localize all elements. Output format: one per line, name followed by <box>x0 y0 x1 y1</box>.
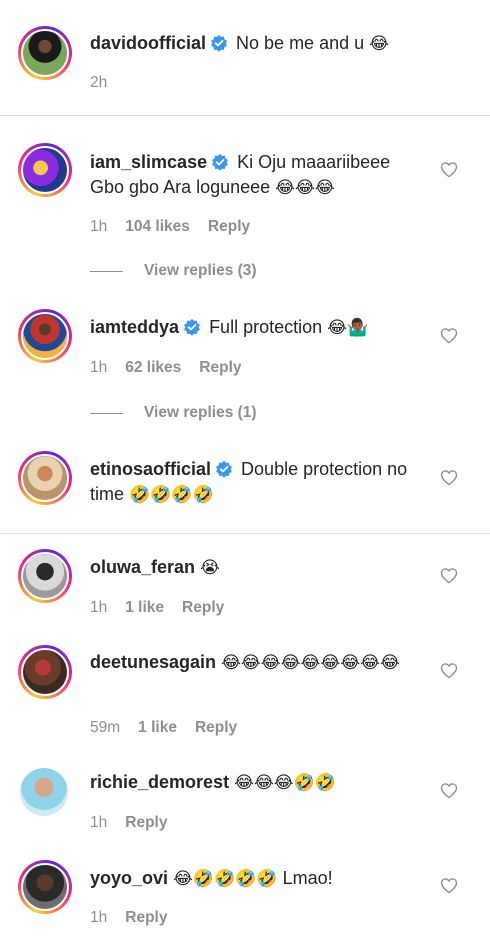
verified-badge-icon <box>212 153 229 171</box>
timestamp: 1h <box>90 218 108 235</box>
divider <box>0 533 490 534</box>
heart-outline-icon[interactable] <box>440 567 458 584</box>
reply-button[interactable]: Reply <box>195 719 237 737</box>
comment-emoji: 😂🤷🏾‍♂️ <box>327 318 369 338</box>
avatar[interactable] <box>18 143 72 197</box>
likes-count[interactable]: 1 like <box>138 719 177 737</box>
verified-badge-icon <box>184 318 200 336</box>
likes-count[interactable]: 104 likes <box>125 218 190 236</box>
reply-button[interactable]: Reply <box>182 599 224 617</box>
reply-button[interactable]: Reply <box>199 359 241 377</box>
username[interactable]: oluwa_feran <box>90 557 195 577</box>
heart-outline-icon[interactable] <box>440 877 458 894</box>
username[interactable]: davidoofficial <box>90 33 206 53</box>
avatar[interactable] <box>18 645 72 699</box>
likes-count[interactable]: 1 like <box>125 599 164 617</box>
divider-line <box>90 412 123 414</box>
timestamp: 59m <box>90 719 121 736</box>
verified-badge-icon <box>216 460 232 478</box>
comment-emoji: 😂 <box>369 34 390 54</box>
comment-text: Full protection <box>209 317 323 337</box>
heart-outline-icon[interactable] <box>440 327 458 344</box>
comment-emoji: 😭 <box>200 558 220 578</box>
avatar[interactable] <box>18 860 72 914</box>
comment-emoji: 😂😂😂🤣🤣 <box>234 773 337 793</box>
reply-button[interactable]: Reply <box>125 814 167 832</box>
divider <box>0 115 490 116</box>
view-replies-button[interactable]: View replies (1) <box>90 404 257 422</box>
username[interactable]: richie_demorest <box>90 772 229 792</box>
username[interactable]: deetunesagain <box>90 652 216 672</box>
timestamp: 1h <box>90 359 108 376</box>
verified-badge-icon <box>211 34 227 52</box>
heart-outline-icon[interactable] <box>440 782 458 799</box>
username[interactable]: iam_slimcase <box>90 152 207 172</box>
comment-text: Lmao! <box>282 868 333 888</box>
timestamp: 1h <box>90 814 108 831</box>
view-replies-label: View replies (3) <box>144 262 257 279</box>
comment-emoji: 😂😂😂😂😂😂😂😂😂 <box>221 653 400 673</box>
avatar[interactable] <box>18 26 72 80</box>
avatar[interactable] <box>18 309 72 363</box>
avatar[interactable] <box>18 549 72 603</box>
comment-emoji: 😂😂😂 <box>275 178 335 198</box>
comment-emoji: 🤣🤣🤣🤣 <box>129 485 214 505</box>
heart-outline-icon[interactable] <box>440 161 458 178</box>
heart-outline-icon[interactable] <box>440 469 458 486</box>
likes-count[interactable]: 62 likes <box>125 359 181 377</box>
avatar[interactable] <box>18 451 72 505</box>
avatar[interactable] <box>20 768 68 816</box>
username[interactable]: yoyo_ovi <box>90 868 168 888</box>
username[interactable]: iamteddya <box>90 317 179 337</box>
comment-emoji: 😂🤣🤣🤣🤣 <box>173 869 278 889</box>
username[interactable]: etinosaofficial <box>90 459 211 479</box>
reply-button[interactable]: Reply <box>208 218 250 236</box>
comment-text: No be me and u <box>236 33 365 53</box>
heart-outline-icon[interactable] <box>440 662 458 679</box>
view-replies-label: View replies (1) <box>144 404 257 421</box>
view-replies-button[interactable]: View replies (3) <box>90 262 257 280</box>
divider-line <box>90 270 123 272</box>
reply-button[interactable]: Reply <box>125 909 167 927</box>
timestamp: 2h <box>90 74 108 91</box>
timestamp: 1h <box>90 599 108 616</box>
timestamp: 1h <box>90 909 108 926</box>
